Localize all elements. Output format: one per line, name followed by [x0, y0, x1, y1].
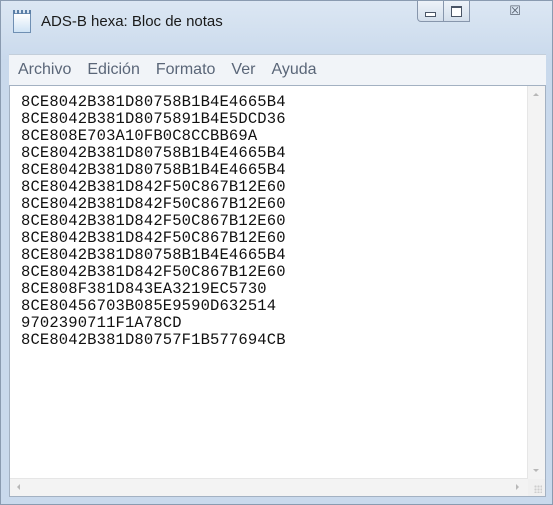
menu-item-ver[interactable]: Ver — [224, 61, 262, 79]
text-line: 8CE8042B381D8075891B4E5DCD36 — [21, 111, 286, 128]
resize-grip-icon[interactable] — [534, 485, 542, 493]
text-line: 9702390711F1A78CD — [21, 315, 182, 332]
maximize-button[interactable] — [443, 1, 470, 22]
text-line: 8CE808E703A10FB0C8CCBB69A — [21, 128, 258, 145]
menu-item-formato[interactable]: Formato — [149, 61, 223, 79]
text-line: 8CE80456703B085E9590D632514 — [21, 298, 277, 315]
scroll-left-icon[interactable] — [17, 484, 20, 490]
text-editor[interactable]: 8CE8042B381D80758B1B4E4665B4 8CE8042B381… — [9, 85, 546, 497]
text-line: 8CE8042B381D842F50C867B12E60 — [21, 264, 286, 281]
text-line: 8CE8042B381D842F50C867B12E60 — [21, 213, 286, 230]
scroll-right-icon[interactable] — [516, 484, 519, 490]
close-button[interactable]: ☒ — [493, 1, 537, 22]
menu-item-ayuda[interactable]: Ayuda — [264, 61, 323, 79]
text-line: 8CE8042B381D80757F1B577694CB — [21, 332, 286, 349]
horizontal-scrollbar[interactable] — [10, 478, 528, 496]
minimize-button[interactable] — [417, 1, 444, 22]
text-line: 8CE8042B381D80758B1B4E4665B4 — [21, 145, 286, 162]
scroll-down-icon[interactable] — [533, 469, 539, 472]
close-icon: ☒ — [509, 4, 521, 19]
text-line: 8CE808F381D843EA3219EC5730 — [21, 281, 267, 298]
menu-item-archivo[interactable]: Archivo — [11, 61, 78, 79]
minimize-icon — [425, 12, 436, 17]
text-line: 8CE8042B381D80758B1B4E4665B4 — [21, 247, 286, 264]
scrollbar-corner — [528, 479, 545, 496]
text-line: 8CE8042B381D80758B1B4E4665B4 — [21, 94, 286, 111]
notepad-icon[interactable] — [13, 10, 31, 33]
text-line: 8CE8042B381D842F50C867B12E60 — [21, 230, 286, 247]
scroll-up-icon[interactable] — [533, 93, 539, 96]
menu-item-edicion[interactable]: Edición — [80, 61, 146, 79]
text-line: 8CE8042B381D80758B1B4E4665B4 — [21, 162, 286, 179]
maximize-icon — [451, 5, 462, 17]
text-line: 8CE8042B381D842F50C867B12E60 — [21, 179, 286, 196]
vertical-scrollbar[interactable] — [527, 86, 545, 480]
menu-bar: Archivo Edición Formato Ver Ayuda — [9, 54, 546, 85]
text-content[interactable]: 8CE8042B381D80758B1B4E4665B4 8CE8042B381… — [21, 94, 521, 349]
text-line: 8CE8042B381D842F50C867B12E60 — [21, 196, 286, 213]
notepad-window: ADS-B hexa: Bloc de notas ☒ Archivo Edic… — [0, 0, 553, 505]
window-title: ADS-B hexa: Bloc de notas — [41, 13, 223, 30]
title-bar[interactable]: ADS-B hexa: Bloc de notas ☒ — [1, 1, 552, 45]
